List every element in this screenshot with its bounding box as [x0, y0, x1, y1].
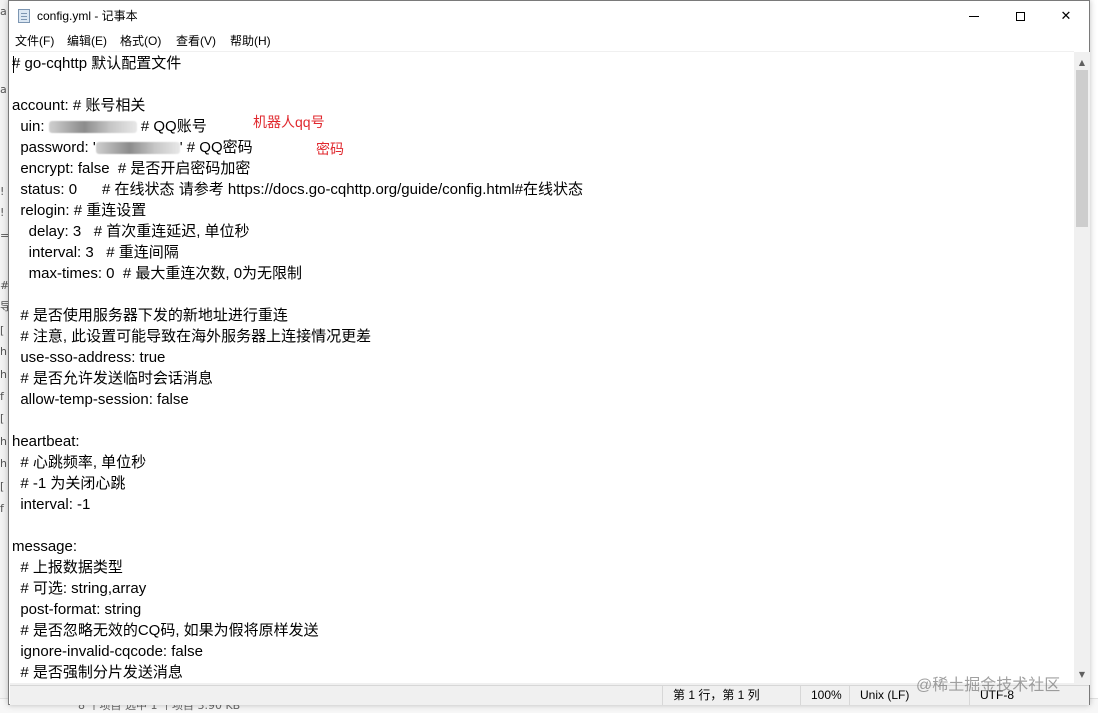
bg-glyph: h — [0, 368, 7, 381]
notepad-window: config.yml - 记事本 ✕ 文件(F) 编辑(E) 格式(O) 查看(… — [8, 0, 1090, 705]
menu-format[interactable]: 格式(O) — [120, 34, 161, 48]
close-button[interactable]: ✕ — [1043, 1, 1089, 31]
code-line: post-format: string — [12, 601, 142, 618]
code-line: status: 0 # 在线状态 请参考 https://docs.go-cqh… — [12, 181, 584, 198]
code-line: allow-temp-session: false — [12, 391, 189, 408]
scrollbar-thumb[interactable] — [1076, 70, 1088, 227]
code-line: interval: 3 # 重连间隔 — [12, 244, 179, 261]
bg-glyph: [ — [0, 412, 5, 425]
uin-comment: # QQ账号 — [136, 118, 207, 135]
menu-file[interactable]: 文件(F) — [15, 34, 54, 48]
code-line: # 是否允许发送临时会话消息 — [12, 370, 213, 387]
code-line: # 上报数据类型 — [12, 559, 123, 576]
code-line: # 是否使用服务器下发的新地址进行重连 — [12, 307, 288, 324]
bg-glyph: h — [0, 345, 7, 358]
title-bar[interactable]: config.yml - 记事本 ✕ — [9, 1, 1089, 31]
zoom-level: 100% — [800, 686, 850, 705]
code-line: max-times: 0 # 最大重连次数, 0为无限制 — [12, 265, 303, 282]
code-line: # 心跳频率, 单位秒 — [12, 454, 147, 471]
bg-glyph: a — [0, 5, 7, 18]
bg-glyph: a — [0, 83, 7, 96]
code-line: # go-cqhttp 默认配置文件 — [12, 55, 182, 72]
bg-glyph: h — [0, 435, 7, 448]
bg-glyph: ! — [0, 185, 5, 198]
bg-glyph: f — [0, 502, 4, 515]
bg-glyph: ! — [0, 206, 5, 219]
uin-key: uin: — [12, 118, 49, 135]
bg-glyph: f — [0, 390, 4, 403]
bg-glyph: [ — [0, 480, 5, 493]
maximize-icon — [1015, 11, 1025, 21]
bg-glyph: h — [0, 457, 7, 470]
watermark: @稀土掘金技术社区 — [916, 677, 1061, 694]
menu-view[interactable]: 查看(V) — [176, 34, 216, 48]
menu-help[interactable]: 帮助(H) — [230, 34, 271, 48]
maximize-button[interactable] — [997, 1, 1043, 31]
redacted-uin — [48, 121, 137, 134]
code-line: use-sso-address: true — [12, 349, 166, 366]
code-line: message: — [12, 538, 78, 555]
code-line: # 可选: string,array — [12, 580, 147, 597]
redacted-password — [95, 142, 180, 155]
close-icon: ✕ — [1060, 8, 1072, 24]
code-line: encrypt: false # 是否开启密码加密 — [12, 160, 251, 177]
annotation-password: 密码 — [316, 141, 344, 157]
code-line: delay: 3 # 首次重连延迟, 单位秒 — [12, 223, 250, 240]
code-line: account: # 账号相关 — [12, 97, 146, 114]
code-line-uin: uin: # QQ账号 — [12, 116, 207, 137]
code-line: heartbeat: — [12, 433, 80, 450]
scroll-down-icon[interactable]: ▼ — [1074, 666, 1090, 682]
code-line: # 是否强制分片发送消息 — [12, 664, 183, 681]
code-line: # 是否忽略无效的CQ码, 如果为假将原样发送 — [12, 622, 319, 639]
window-title: config.yml - 记事本 — [37, 9, 138, 23]
vertical-scrollbar[interactable]: ▲ ▼ — [1074, 52, 1090, 683]
minimize-icon — [969, 15, 979, 17]
notepad-app-icon[interactable] — [18, 9, 30, 23]
minimize-button[interactable] — [951, 1, 997, 31]
password-key: password: ' — [12, 139, 96, 156]
code-line: ignore-invalid-cqcode: false — [12, 643, 203, 660]
text-editor-area[interactable]: # go-cqhttp 默认配置文件 account: # 账号相关 uin: … — [10, 51, 1074, 684]
code-line: # -1 为关闭心跳 — [12, 475, 126, 492]
annotation-bot-qq-number: 机器人qq号 — [253, 114, 325, 130]
password-comment: ' # QQ密码 — [179, 139, 253, 156]
cursor-position: 第 1 行，第 1 列 — [662, 686, 802, 705]
menu-bar: 文件(F) 编辑(E) 格式(O) 查看(V) 帮助(H) — [9, 31, 1089, 51]
code-line-password: password: ' ' # QQ密码 — [12, 137, 253, 158]
bg-glyph: [ — [0, 324, 5, 337]
menu-edit[interactable]: 编辑(E) — [67, 34, 107, 48]
code-line: interval: -1 — [12, 496, 91, 513]
code-line: # 注意, 此设置可能导致在海外服务器上连接情况更差 — [12, 328, 372, 345]
scroll-up-icon[interactable]: ▲ — [1074, 54, 1090, 70]
code-line: relogin: # 重连设置 — [12, 202, 147, 219]
